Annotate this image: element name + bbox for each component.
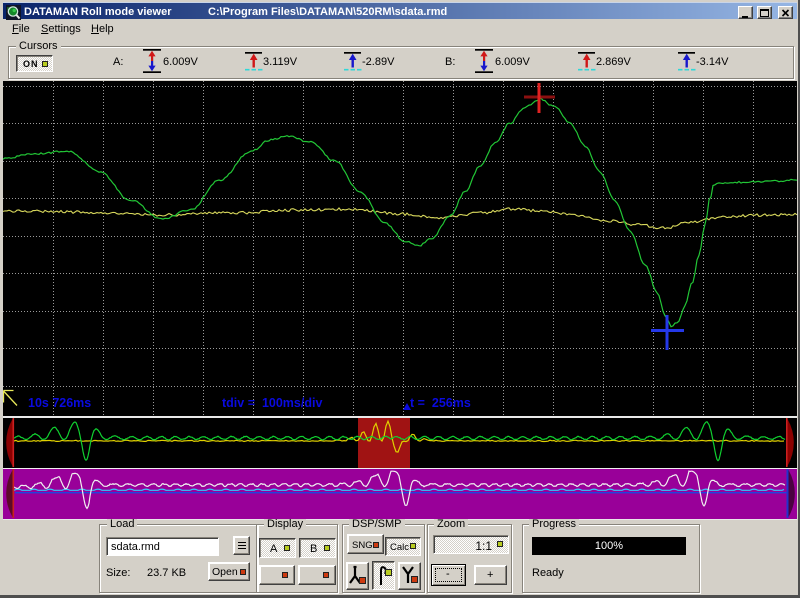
svg-text:10s 726ms: 10s 726ms: [28, 396, 91, 410]
svg-text:tdiv = 100ms/div: tdiv = 100ms/div: [222, 396, 322, 410]
svg-text:t = 256ms: t = 256ms: [410, 396, 471, 410]
